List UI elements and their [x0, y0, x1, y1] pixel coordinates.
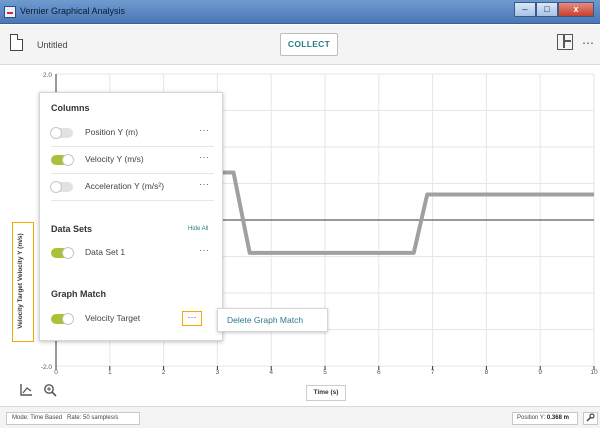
more-options-icon[interactable]: ⋯ [582, 36, 595, 50]
maximize-button[interactable]: □ [536, 2, 558, 17]
graph-match-toggle[interactable] [51, 313, 74, 325]
dataset-options-button[interactable]: ··· [199, 245, 210, 255]
column-options-button[interactable]: ··· [199, 152, 210, 162]
x-tick-label: 1 [108, 369, 112, 376]
column-options-button[interactable]: ··· [199, 179, 210, 189]
x-tick-label: 6 [377, 369, 381, 376]
x-tick-label: 10 [590, 369, 598, 376]
velocity-toggle[interactable] [51, 154, 74, 166]
column-label: Acceleration Y (m/s²) [85, 181, 165, 191]
wrench-icon [586, 413, 595, 422]
x-tick-label: 2 [162, 369, 166, 376]
columns-title: Columns [51, 103, 90, 113]
x-axis-label-button[interactable]: Time (s) [306, 385, 346, 401]
dataset-label: Data Set 1 [85, 247, 126, 257]
position-toggle[interactable] [50, 127, 73, 139]
x-tick-label: 3 [216, 369, 220, 376]
zoom-icon[interactable] [42, 383, 58, 399]
graph-match-title: Graph Match [51, 289, 107, 299]
x-tick-label: 7 [431, 369, 435, 376]
hide-all-link[interactable]: Hide All [188, 226, 208, 232]
app-icon [4, 6, 16, 18]
y-tick-label-top: 2.0 [43, 72, 52, 79]
column-options-button[interactable]: ··· [199, 125, 210, 135]
column-row-velocity: Velocity Y (m/s) ··· [51, 152, 215, 168]
mode-rate-button[interactable]: Mode: Time Based Rate: 50 samples/s [6, 412, 140, 425]
graph-options-icon[interactable] [18, 383, 34, 399]
status-bar: Mode: Time Based Rate: 50 samples/s Posi… [0, 406, 600, 428]
collect-button[interactable]: COLLECT [280, 33, 338, 56]
graph-match-options-button[interactable]: ··· [182, 311, 202, 326]
graph-columns-panel: Columns Position Y (m) ··· Velocity Y (m… [39, 92, 223, 341]
sensor-settings-button[interactable] [583, 412, 598, 425]
toolbar: Untitled COLLECT ⋯ [0, 25, 600, 65]
column-row-position: Position Y (m) ··· [50, 125, 215, 141]
y-axis-label-button[interactable]: Velocity Target Velocity Y (m/s) [12, 222, 34, 342]
close-button[interactable]: x [558, 2, 594, 17]
graph-match-label: Velocity Target [85, 313, 141, 323]
window-title: Vernier Graphical Analysis [20, 6, 126, 16]
acceleration-toggle[interactable] [50, 181, 73, 193]
x-tick-label: 4 [269, 369, 273, 376]
page-layout-icon[interactable] [557, 34, 573, 50]
column-row-acceleration: Acceleration Y (m/s²) ··· [50, 179, 215, 195]
x-tick-label: 9 [538, 369, 542, 376]
sensor-readout[interactable]: Position Y: 0.368 m [512, 412, 578, 425]
rate-text: Rate: 50 samples/s [67, 415, 119, 421]
document-name[interactable]: Untitled [37, 40, 68, 50]
delete-graph-match-menu-item[interactable]: Delete Graph Match [217, 308, 328, 332]
title-bar: Vernier Graphical Analysis – □ x [0, 0, 600, 24]
dataset-row: Data Set 1 ··· [51, 245, 215, 261]
mode-text: Mode: Time Based [12, 415, 63, 421]
sensor-readout-label: Position Y: [517, 415, 546, 421]
sensor-readout-value: 0.368 m [546, 415, 569, 421]
column-label: Position Y (m) [85, 127, 139, 137]
x-tick-label: 0 [54, 369, 58, 376]
minimize-button[interactable]: – [514, 2, 536, 17]
app-window: Vernier Graphical Analysis – □ x Untitle… [0, 0, 600, 428]
y-axis-label: Velocity Target Velocity Y (m/s) [17, 233, 24, 329]
data-sets-title: Data Sets [51, 224, 93, 234]
x-tick-label: 5 [323, 369, 327, 376]
x-tick-label: 8 [485, 369, 489, 376]
y-tick-label-bottom: -2.0 [41, 364, 53, 371]
column-label: Velocity Y (m/s) [85, 154, 144, 164]
window-controls: – □ x [514, 2, 594, 17]
document-icon[interactable] [10, 34, 23, 51]
dataset-toggle[interactable] [51, 247, 74, 259]
